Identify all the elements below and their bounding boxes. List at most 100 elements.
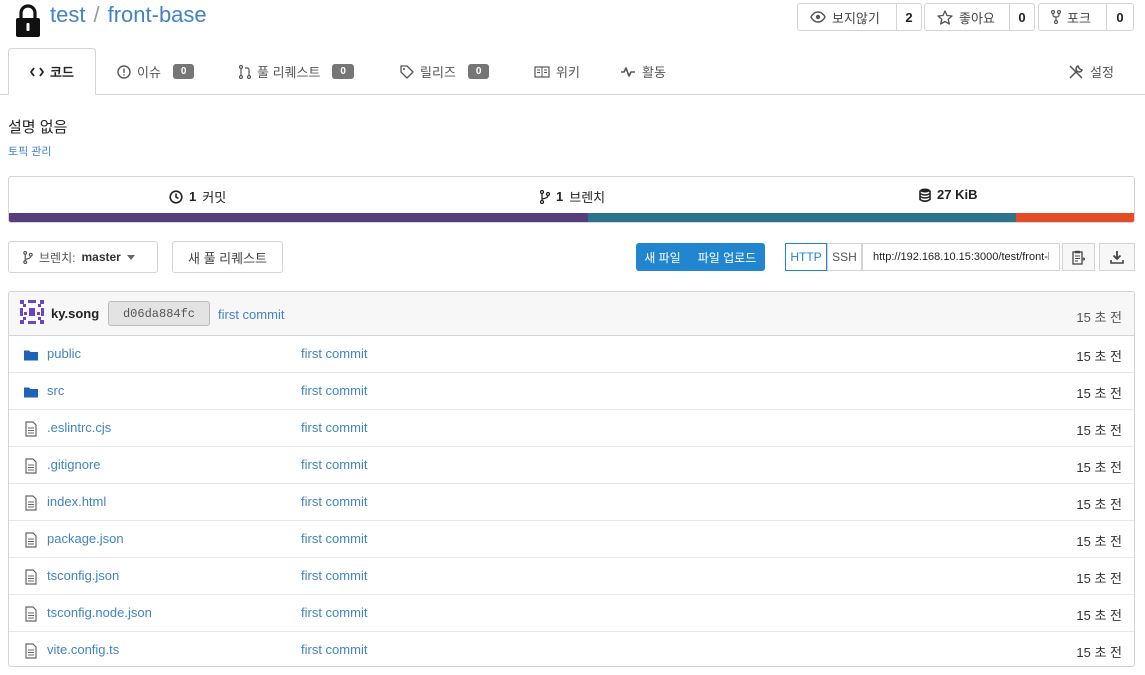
table-row: .gitignore first commit 15 초 전 [9, 447, 1134, 484]
fork-count[interactable]: 0 [1107, 4, 1133, 30]
language-segment[interactable] [588, 213, 1016, 222]
tab-releases[interactable]: 릴리즈 0 [400, 48, 490, 95]
commit-sha-button[interactable]: d06da884fc [108, 301, 210, 326]
manage-topics-link[interactable]: 토픽 관리 [8, 143, 52, 159]
star-count[interactable]: 0 [1010, 4, 1034, 30]
branches-stat[interactable]: 1 브렌치 [540, 187, 605, 206]
star-icon [937, 9, 953, 25]
tab-activity[interactable]: 활동 [620, 48, 666, 95]
file-name-link[interactable]: vite.config.ts [47, 642, 119, 657]
repo-stats: 1 커밋 1 브렌치 27 KiB [8, 176, 1135, 223]
clone-ssh-button[interactable]: SSH [827, 243, 862, 271]
file-time: 15 초 전 [1076, 534, 1122, 549]
file-time: 15 초 전 [1076, 497, 1122, 512]
download-button[interactable] [1099, 243, 1135, 271]
book-icon [534, 65, 550, 78]
file-commit-link[interactable]: first commit [301, 642, 367, 657]
avatar[interactable] [20, 300, 44, 324]
file-time: 15 초 전 [1076, 423, 1122, 438]
tab-issues[interactable]: 이슈 0 [117, 48, 195, 95]
clone-url-input[interactable] [862, 243, 1060, 271]
release-count-badge: 0 [467, 64, 490, 79]
tab-label: 코드 [50, 65, 74, 80]
file-commit-link[interactable]: first commit [301, 531, 367, 546]
language-segment[interactable] [1015, 213, 1134, 222]
size-stat: 27 KiB [919, 187, 977, 202]
lock-icon [16, 4, 40, 37]
file-name-link[interactable]: index.html [47, 494, 106, 509]
star-label: 좋아요 [959, 10, 995, 26]
file-time: 15 초 전 [1076, 571, 1122, 586]
folder-icon [23, 347, 39, 363]
tab-code[interactable]: 코드 [8, 48, 96, 95]
repo-owner-link[interactable]: test [50, 2, 85, 27]
file-commit-link[interactable]: first commit [301, 494, 367, 509]
file-commit-link[interactable]: first commit [301, 383, 367, 398]
branch-icon [23, 250, 33, 264]
file-commit-link[interactable]: first commit [301, 457, 367, 472]
new-pull-request-button[interactable]: 새 풀 리퀘스트 [172, 241, 283, 273]
star-button[interactable]: 좋아요 [925, 4, 1010, 30]
commit-author[interactable]: ky.song [51, 306, 99, 321]
file-name-link[interactable]: tsconfig.node.json [47, 605, 152, 620]
file-name-link[interactable]: .eslintrc.cjs [47, 420, 111, 435]
star-button-group: 좋아요 0 [924, 3, 1035, 31]
file-time: 15 초 전 [1076, 608, 1122, 623]
watch-button[interactable]: 보지않기 [798, 4, 897, 30]
clone-group: HTTP SSH [785, 243, 1060, 271]
file-commit-link[interactable]: first commit [301, 420, 367, 435]
clone-http-button[interactable]: HTTP [785, 243, 827, 271]
file-icon [23, 606, 39, 622]
table-row: tsconfig.node.json first commit 15 초 전 [9, 595, 1134, 632]
file-time: 15 초 전 [1076, 460, 1122, 475]
fork-label: 포크 [1067, 10, 1091, 26]
table-row: .eslintrc.cjs first commit 15 초 전 [9, 410, 1134, 447]
pull-request-icon [239, 64, 251, 79]
branch-label: 브렌치 [569, 190, 606, 205]
table-row: tsconfig.json first commit 15 초 전 [9, 558, 1134, 595]
commit-message-link[interactable]: first commit [218, 307, 284, 322]
tab-pull-requests[interactable]: 풀 리퀘스트 0 [239, 48, 354, 95]
file-name-link[interactable]: package.json [47, 531, 124, 546]
language-segment[interactable] [9, 213, 589, 222]
file-commit-link[interactable]: first commit [301, 346, 367, 361]
watch-count[interactable]: 2 [897, 4, 921, 30]
branch-count: 1 [556, 189, 564, 204]
branch-selector[interactable]: 브렌치: master [8, 241, 158, 273]
tab-label: 릴리즈 [420, 65, 456, 80]
database-icon [919, 188, 931, 202]
file-icon [23, 421, 39, 437]
file-table: ky.song d06da884fc first commit 15 초 전 p… [8, 291, 1135, 667]
repo-description: 설명 없음 [8, 119, 68, 136]
table-row: package.json first commit 15 초 전 [9, 521, 1134, 558]
file-icon [23, 532, 39, 548]
watch-button-group: 보지않기 2 [797, 3, 922, 31]
file-commit-link[interactable]: first commit [301, 568, 367, 583]
file-name-link[interactable]: tsconfig.json [47, 568, 119, 583]
branch-icon [540, 189, 550, 204]
file-name-link[interactable]: .gitignore [47, 457, 100, 472]
commits-stat[interactable]: 1 커밋 [169, 187, 226, 206]
code-icon [30, 66, 45, 77]
table-row: vite.config.ts first commit 15 초 전 [9, 632, 1134, 666]
tab-settings[interactable]: 설정 [1068, 48, 1114, 95]
file-name-link[interactable]: src [47, 383, 64, 398]
file-name-link[interactable]: public [47, 346, 81, 361]
repo-title: test / front-base [50, 2, 207, 28]
tab-label: 설정 [1090, 65, 1114, 80]
branch-prefix: 브렌치: [39, 250, 76, 265]
tab-label: 활동 [642, 65, 666, 80]
history-icon [169, 189, 183, 204]
language-bar[interactable] [9, 213, 1134, 222]
file-actions-group: 새 파일 파일 업로드 [636, 243, 765, 271]
issue-count-badge: 0 [172, 64, 195, 79]
fork-button[interactable]: 포크 [1039, 4, 1107, 30]
upload-file-button[interactable]: 파일 업로드 [689, 243, 765, 271]
tab-wiki[interactable]: 위키 [534, 48, 580, 95]
file-commit-link[interactable]: first commit [301, 605, 367, 620]
branch-name: master [81, 250, 121, 264]
copy-url-button[interactable] [1062, 243, 1095, 271]
fork-icon [1051, 10, 1061, 24]
new-file-button[interactable]: 새 파일 [636, 243, 689, 271]
repo-name-link[interactable]: front-base [108, 2, 207, 27]
